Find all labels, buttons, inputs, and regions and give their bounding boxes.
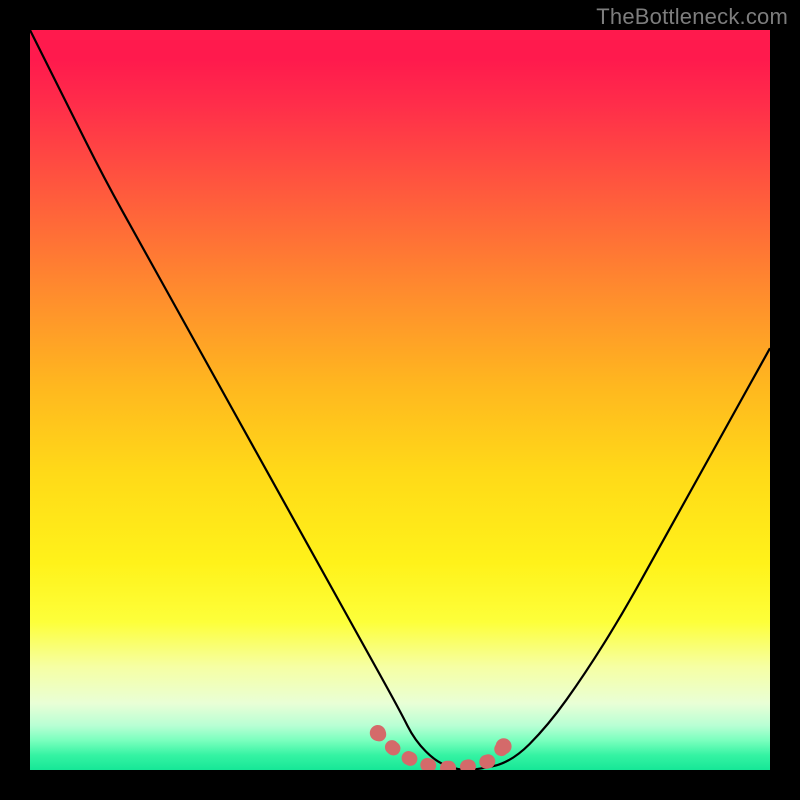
bottleneck-curve bbox=[30, 30, 770, 770]
trough-end-left bbox=[370, 725, 386, 741]
chart-stage: TheBottleneck.com bbox=[0, 0, 800, 800]
trough-marker bbox=[370, 725, 512, 768]
trough-end-right bbox=[496, 738, 512, 754]
plot-area bbox=[30, 30, 770, 770]
watermark-text: TheBottleneck.com bbox=[596, 4, 788, 30]
chart-svg bbox=[30, 30, 770, 770]
